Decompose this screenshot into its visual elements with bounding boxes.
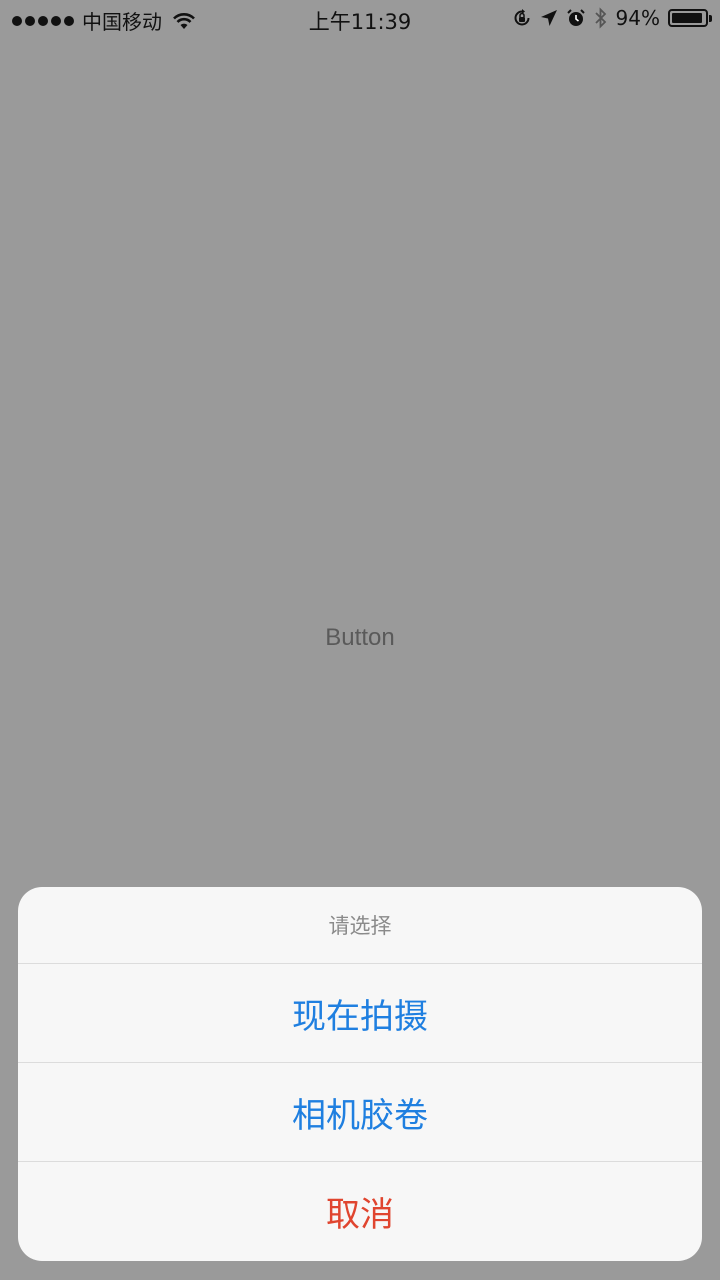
action-sheet: 请选择 现在拍摄 相机胶卷 取消 xyxy=(18,887,702,1261)
action-sheet-title: 请选择 xyxy=(18,887,702,964)
cancel-button[interactable]: 取消 xyxy=(18,1162,702,1261)
screen: 中国移动 上午11:39 94% Button 请选择 现在拍摄 相机胶卷 取消 xyxy=(0,0,720,1280)
battery-icon xyxy=(668,9,712,27)
alarm-icon xyxy=(566,8,586,28)
location-arrow-icon xyxy=(540,9,558,27)
orientation-lock-icon xyxy=(512,8,532,28)
battery-percentage: 94% xyxy=(615,6,660,30)
status-right: 94% xyxy=(512,6,712,30)
bluetooth-icon xyxy=(594,7,608,29)
status-bar: 中国移动 上午11:39 94% xyxy=(0,0,720,38)
option-camera-roll[interactable]: 相机胶卷 xyxy=(18,1063,702,1162)
option-take-photo[interactable]: 现在拍摄 xyxy=(18,964,702,1063)
battery-fill xyxy=(672,13,702,23)
main-button[interactable]: Button xyxy=(0,624,720,652)
